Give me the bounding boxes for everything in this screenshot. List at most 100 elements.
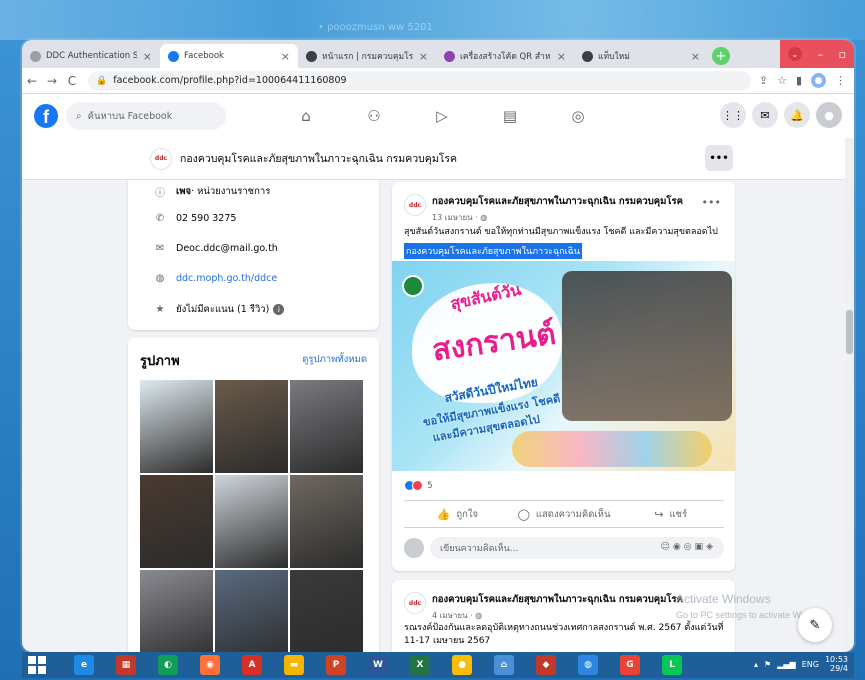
notifications-bell-icon[interactable]: 🔔: [784, 102, 810, 128]
photo-thumbnail[interactable]: [140, 380, 213, 473]
globe-app-icon[interactable]: ◍: [578, 655, 598, 675]
excel-icon[interactable]: X: [410, 655, 430, 675]
word-icon[interactable]: W: [368, 655, 388, 675]
gallery-icon[interactable]: ▦: [116, 655, 136, 675]
post2-author-logo[interactable]: ddc: [404, 592, 426, 614]
intro-website[interactable]: ◍ ddc.moph.go.th/ddce: [154, 272, 278, 284]
browser-tab[interactable]: Facebook ×: [160, 44, 298, 68]
info-icon[interactable]: i: [273, 304, 285, 315]
chrome-icon[interactable]: ●: [452, 655, 472, 675]
shield-app-icon[interactable]: ◆: [536, 655, 556, 675]
photo-thumbnail[interactable]: [215, 380, 288, 473]
profile-avatar-icon[interactable]: ●: [811, 73, 826, 88]
see-all-photos-link[interactable]: ดูรูปภาพทั้งหมด: [302, 352, 367, 367]
intro-email: ✉ Deoc.ddc@mail.go.th: [154, 242, 278, 254]
messenger-icon[interactable]: ✉: [752, 102, 778, 128]
clock-date: 29/4: [830, 664, 848, 673]
page-more-button[interactable]: •••: [705, 145, 733, 171]
thumbs-up-icon: 👍: [436, 507, 451, 521]
powerpoint-icon[interactable]: P: [326, 655, 346, 675]
close-tab-icon[interactable]: ×: [137, 50, 152, 63]
image-kids-band: [512, 431, 712, 467]
menu-kebab-icon[interactable]: ⋮: [835, 74, 846, 87]
page-name[interactable]: กองควบคุมโรคและภัยสุขภาพในภาวะฉุกเฉิน กร…: [180, 150, 457, 167]
post-author[interactable]: กองควบคุมโรคและภัยสุขภาพในภาวะฉุกเฉิน กร…: [432, 194, 683, 209]
facebook-logo-icon[interactable]: f: [34, 104, 58, 128]
new-message-button[interactable]: ✎: [798, 608, 832, 642]
marketplace-icon[interactable]: ▤: [476, 94, 544, 138]
ie-icon[interactable]: e: [74, 655, 94, 675]
edge-icon[interactable]: ◐: [158, 655, 178, 675]
close-tab-icon[interactable]: ×: [551, 50, 566, 63]
post2-author[interactable]: กองควบคุมโรคและภัยสุขภาพในภาวะฉุกเฉิน กร…: [432, 592, 683, 607]
facebook-search-input[interactable]: ⌕ ค้นหาบน Facebook: [66, 102, 226, 130]
post-date[interactable]: 13 เมษายน ·: [432, 213, 480, 222]
comment-button[interactable]: ◯ แสดงความคิดเห็น: [511, 501, 618, 527]
photo-thumbnail[interactable]: [290, 475, 363, 568]
commenter-avatar[interactable]: [404, 538, 424, 558]
post2-date[interactable]: 4 เมษายน ·: [432, 611, 475, 620]
tray-arrow-icon[interactable]: ▴: [754, 660, 758, 669]
tray-flag-icon[interactable]: ⚑: [764, 660, 771, 669]
close-tab-icon[interactable]: ×: [685, 50, 700, 63]
photo-thumbnail[interactable]: [140, 570, 213, 652]
back-icon[interactable]: ←: [22, 74, 42, 88]
photo-thumbnail[interactable]: [215, 570, 288, 652]
account-avatar[interactable]: ●: [816, 102, 842, 128]
home-icon[interactable]: ⌂: [272, 94, 340, 138]
reload-icon[interactable]: C: [62, 74, 82, 88]
post-image[interactable]: สุขสันต์วัน สงกรานต์ สวัสดีวันปีใหม่ไทย …: [392, 261, 735, 471]
groups-icon[interactable]: ◎: [544, 94, 612, 138]
close-tab-icon[interactable]: ×: [413, 50, 428, 63]
photo-thumbnail[interactable]: [290, 380, 363, 473]
intro-card: ⓘ เพจ · หน่วยงานราชการ ✆ 02 590 3275 ✉ D…: [128, 180, 379, 330]
url-field[interactable]: 🔒 facebook.com/profile.php?id=1000644111…: [88, 70, 751, 91]
windows-start-icon[interactable]: [28, 656, 52, 674]
line-icon[interactable]: L: [662, 655, 682, 675]
acrobat-icon[interactable]: A: [242, 655, 262, 675]
new-tab-button[interactable]: +: [712, 47, 730, 65]
watch-icon[interactable]: ▷: [408, 94, 476, 138]
photo-thumbnail[interactable]: [140, 475, 213, 568]
minimize-button[interactable]: –: [818, 48, 824, 61]
browser-tab[interactable]: DDC Authentication Services×: [22, 44, 160, 68]
maximize-button[interactable]: ▫: [839, 48, 846, 61]
chevron-down-icon[interactable]: ⌄: [787, 47, 802, 61]
clock[interactable]: 10:53 29/4: [825, 655, 848, 673]
share-icon[interactable]: ⇪: [759, 74, 768, 87]
post-author-logo[interactable]: ddc: [404, 194, 426, 216]
menu-grid-icon[interactable]: ⋮⋮: [720, 102, 746, 128]
photo-thumbnail[interactable]: [290, 570, 363, 652]
chrome-app-icon[interactable]: G: [620, 655, 640, 675]
photos-card: รูปภาพ ดูรูปภาพทั้งหมด: [128, 338, 379, 652]
close-tab-icon[interactable]: ×: [275, 50, 290, 63]
website-link[interactable]: ddc.moph.go.th/ddce: [176, 273, 277, 284]
browser-tab[interactable]: เครื่องสร้างโค้ด QR สำหรับลิงก์ | แปลง×: [436, 44, 574, 68]
scrollbar-thumb[interactable]: [846, 310, 853, 354]
forward-icon[interactable]: →: [42, 74, 62, 88]
like-button[interactable]: 👍 ถูกใจ: [404, 501, 511, 527]
friends-icon[interactable]: ⚇: [340, 94, 408, 138]
phone-icon: ✆: [155, 212, 165, 224]
facebook-header-actions: ⋮⋮ ✉ 🔔 ●: [720, 102, 842, 128]
firefox-icon[interactable]: ◉: [200, 655, 220, 675]
bookmark-star-icon[interactable]: ☆: [777, 74, 787, 87]
browser-tab[interactable]: แท็บใหม่ ×: [574, 44, 708, 68]
page-logo[interactable]: ddc: [150, 147, 172, 170]
image-people-group: [562, 271, 732, 421]
comment-tool-icons[interactable]: ☺◉◎▣◈: [660, 542, 716, 552]
share-button[interactable]: ↪ แชร์: [617, 501, 724, 527]
globe-icon: [306, 50, 317, 62]
post-highlight-text: กองควบคุมโรคและภัยสุขภาพในภาวะฉุกเฉิน: [404, 243, 582, 259]
browser-tab[interactable]: หน้าแรก | กรมควบคุมโรค ×: [298, 44, 436, 68]
post-options-icon[interactable]: •••: [702, 196, 721, 209]
network-icon[interactable]: ⌂: [494, 655, 514, 675]
sidepanel-icon[interactable]: ▮: [796, 74, 802, 87]
photo-thumbnail[interactable]: [215, 475, 288, 568]
page-scrollbar[interactable]: [845, 138, 854, 652]
language-indicator[interactable]: ENG: [802, 660, 819, 669]
reactions-summary[interactable]: 5: [404, 480, 433, 491]
folder-icon[interactable]: ▬: [284, 655, 304, 675]
network-signal-icon[interactable]: ▂▄▆: [777, 660, 795, 669]
globe-icon: [30, 50, 41, 62]
